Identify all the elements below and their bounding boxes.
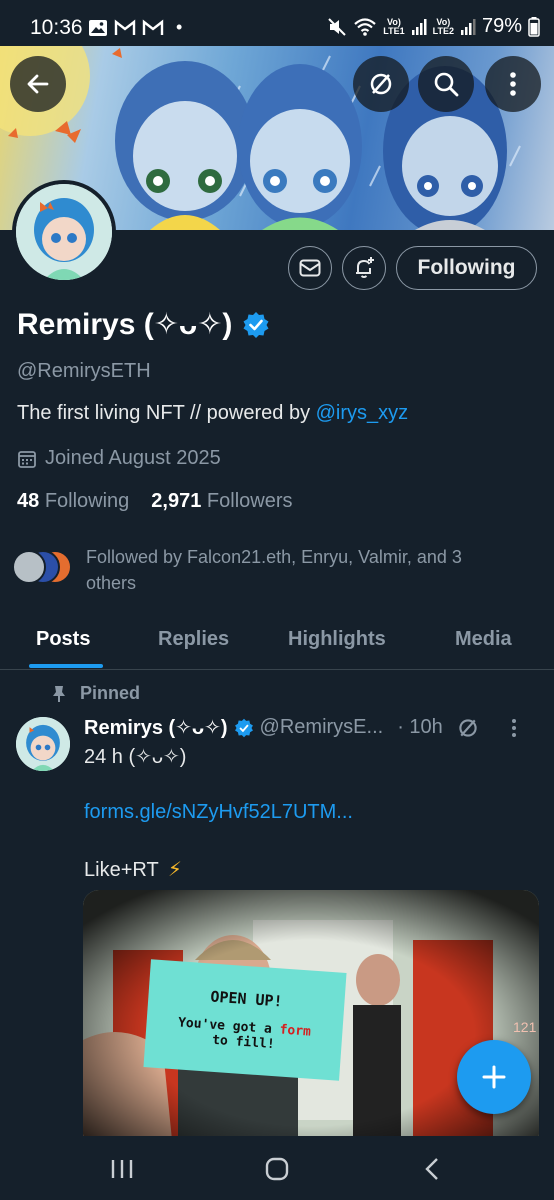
profile-avatar[interactable]	[12, 180, 116, 284]
gmail-icon-2	[142, 19, 164, 35]
follow-stats: 48 Following 2,971 Followers	[17, 490, 293, 513]
more-vertical-icon	[510, 72, 516, 96]
pinned-text: Pinned	[80, 683, 141, 703]
door-number: 121	[513, 1019, 537, 1035]
lightning-icon: ⚡	[167, 859, 182, 881]
status-more-dot: •	[176, 17, 183, 37]
active-tab-indicator	[29, 664, 103, 668]
card-line1: OPEN UP!	[209, 987, 284, 1011]
status-time: 10:36	[30, 16, 83, 39]
tweet-like-rt: Like+RT	[84, 859, 159, 881]
battery-icon	[528, 16, 540, 37]
wifi-icon	[354, 17, 377, 36]
followers-label: Followers	[206, 490, 293, 512]
grok-icon	[370, 73, 392, 95]
back-button[interactable]	[10, 56, 66, 112]
sim2-label: Vo) LTE2	[432, 16, 454, 36]
tweet-avatar-image	[16, 717, 70, 771]
grok-button[interactable]	[353, 56, 409, 112]
message-button[interactable]	[288, 246, 332, 290]
bio-text: The first living NFT // powered by	[17, 402, 316, 424]
following-count: 48	[17, 490, 40, 512]
gmail-icon	[114, 19, 136, 35]
tweet-text-line3: Like+RT ⚡	[84, 857, 182, 882]
profile-name: Remirys (✧ᴗ✧)	[17, 308, 233, 341]
card-line3: to fill!	[211, 1032, 276, 1053]
tweet-link[interactable]: forms.gle/sNZyHvf52L7UTM...	[84, 801, 353, 824]
follower-avatar	[12, 550, 46, 584]
pin-icon	[53, 685, 65, 702]
pinned-label: Pinned	[52, 683, 140, 704]
status-notification-icons: •	[88, 17, 182, 38]
tweet-media-image[interactable]: 121 OPEN UP! You've got a form to fill!	[83, 890, 539, 1150]
tweet-header: Remirys (✧ᴗ✧) @RemirysE... · 10h	[84, 715, 544, 740]
compose-button[interactable]	[457, 1040, 531, 1114]
profile-tabs: Posts Replies Highlights Media	[0, 612, 554, 670]
search-button[interactable]	[418, 56, 474, 112]
avatar-image	[16, 184, 112, 280]
following-button[interactable]: Following	[396, 246, 537, 290]
tweet-avatar[interactable]	[16, 717, 70, 771]
bell-plus-icon	[356, 257, 374, 278]
profile-name-row: Remirys (✧ᴗ✧)	[17, 307, 270, 342]
sim1-label: Vo) LTE1	[383, 16, 405, 36]
joined-text: Joined August 2025	[45, 447, 221, 469]
envelope-icon	[299, 259, 321, 277]
signal-icon-1	[411, 18, 427, 35]
plus-icon	[482, 1065, 506, 1089]
calendar-icon	[18, 450, 36, 468]
tab-highlights[interactable]: Highlights	[288, 628, 386, 651]
battery-percent: 79%	[481, 15, 522, 37]
bio-mention-link[interactable]: @irys_xyz	[316, 402, 409, 424]
tweet-time: · 10h	[397, 716, 443, 738]
status-system-icons: Vo) LTE1 Vo) LTE2 79%	[327, 15, 540, 38]
home-icon[interactable]	[265, 1157, 289, 1181]
form-card: OPEN UP! You've got a form to fill!	[143, 959, 347, 1081]
recents-icon[interactable]	[110, 1158, 134, 1180]
gallery-icon	[89, 19, 107, 36]
profile-bio: The first living NFT // powered by @irys…	[17, 402, 408, 425]
back-nav-icon[interactable]	[424, 1157, 440, 1181]
more-options-button[interactable]	[485, 56, 541, 112]
followers-stat[interactable]: 2,971 Followers	[151, 490, 292, 513]
tweet-more-icon[interactable]	[511, 718, 517, 738]
following-label: Following	[44, 490, 130, 512]
followed-by-text: Followed by Falcon21.eth, Enryu, Valmir,…	[86, 547, 462, 593]
tweet-author-name[interactable]: Remirys (✧ᴗ✧)	[84, 715, 228, 740]
tweet-text-line1: 24 h (✧ᴗ✧)	[84, 746, 187, 768]
tweet-author-handle[interactable]: @RemirysE...	[260, 716, 384, 739]
following-stat[interactable]: 48 Following	[17, 490, 129, 513]
tab-posts[interactable]: Posts	[36, 628, 90, 651]
grok-icon[interactable]	[457, 717, 479, 739]
profile-handle: @RemirysETH	[17, 360, 151, 382]
status-bar: 10:36 • Vo) LTE1 Vo) LTE2 79%	[0, 0, 554, 46]
verified-badge-icon[interactable]	[242, 311, 270, 339]
mute-icon	[328, 17, 346, 36]
verified-badge-icon	[234, 718, 253, 737]
system-nav-bar	[0, 1136, 554, 1200]
signal-icon-2	[460, 18, 476, 35]
followed-by-avatars	[12, 550, 76, 586]
followers-count: 2,971	[151, 490, 202, 512]
tab-replies[interactable]: Replies	[158, 628, 229, 651]
search-icon	[434, 72, 459, 97]
notifications-button[interactable]	[342, 246, 386, 290]
tab-media[interactable]: Media	[455, 628, 512, 651]
arrow-left-icon	[27, 74, 49, 94]
followed-by[interactable]: Followed by Falcon21.eth, Enryu, Valmir,…	[12, 544, 532, 596]
joined-date: Joined August 2025	[17, 447, 221, 470]
